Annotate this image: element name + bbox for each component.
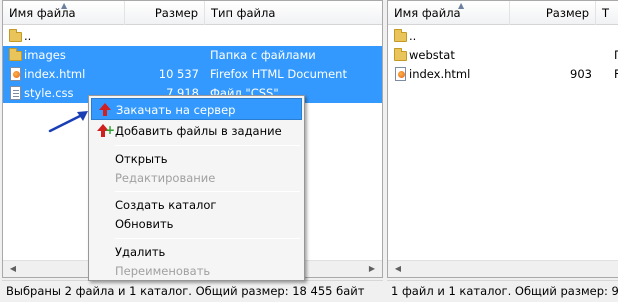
file-name: style.css xyxy=(24,86,74,100)
menu-item-label: Обновить xyxy=(115,217,174,231)
menu-item-label: Удалить xyxy=(115,245,166,259)
local-col-size-label: Размер xyxy=(154,6,198,20)
menu-item-label: Закачать на сервер xyxy=(116,103,236,117)
file-size xyxy=(125,46,199,65)
remote-col-size-label: Размер xyxy=(545,6,589,20)
local-status-bar: Выбраны 2 файла и 1 каталог. Общий разме… xyxy=(2,280,383,302)
remote-horizontal-scrollbar[interactable]: ◀ xyxy=(388,260,618,277)
folder-icon xyxy=(9,29,23,43)
context-menu[interactable]: Закачать на сервер + Добавить файлы в за… xyxy=(88,95,305,281)
menu-add-to-queue[interactable]: + Добавить файлы в задание xyxy=(91,120,302,142)
menu-upload-to-server[interactable]: Закачать на сервер xyxy=(91,98,302,120)
remote-col-type-header[interactable]: Т xyxy=(596,1,618,25)
menu-edit: Редактирование xyxy=(91,167,302,189)
scroll-left-icon[interactable]: ◀ xyxy=(5,261,21,277)
local-row-index-html[interactable]: index.html 10 537 Firefox HTML Document xyxy=(3,65,382,84)
menu-item-label: Переименовать xyxy=(115,264,211,278)
file-type: Папка с файлами xyxy=(210,48,316,62)
menu-item-label: Открыть xyxy=(115,152,168,166)
menu-item-label: Редактирование xyxy=(115,171,216,185)
file-name: webstat xyxy=(409,48,455,62)
file-name: .. xyxy=(409,29,417,43)
file-name: index.html xyxy=(409,67,471,81)
scroll-left-icon[interactable]: ◀ xyxy=(390,261,406,277)
sort-asc-icon: ▲ xyxy=(458,1,465,10)
file-name: images xyxy=(24,48,66,62)
file-size: 903 xyxy=(570,67,592,81)
menu-separator xyxy=(115,191,300,192)
file-name: index.html xyxy=(24,67,86,81)
file-type: П xyxy=(614,46,618,65)
remote-col-name-label: Имя файла xyxy=(394,6,461,20)
local-col-type-header[interactable]: Тип файла xyxy=(205,1,382,25)
html-file-icon xyxy=(9,67,23,81)
remote-list-header: Имя файла ▲ Размер Т xyxy=(388,1,618,25)
scroll-right-icon[interactable]: ▶ xyxy=(364,261,380,277)
sort-asc-icon: ▲ xyxy=(61,1,68,10)
menu-item-label: Создать каталог xyxy=(115,198,217,212)
remote-col-size-header[interactable]: Размер xyxy=(510,1,596,25)
menu-separator xyxy=(115,238,300,239)
folder-icon xyxy=(9,48,23,62)
remote-col-type-label: Т xyxy=(602,6,610,20)
remote-file-list[interactable]: Имя файла ▲ Размер Т .. webstat П index.… xyxy=(387,0,618,278)
file-type: Firefox HTML Document xyxy=(210,67,347,81)
folder-icon xyxy=(394,48,408,62)
remote-row-parent[interactable]: .. xyxy=(388,27,618,46)
remote-row-index-html[interactable]: index.html 903 F xyxy=(388,65,618,84)
local-list-header: Имя файла ▲ Размер Тип файла xyxy=(3,1,382,25)
menu-separator xyxy=(115,145,300,146)
folder-icon xyxy=(394,29,408,43)
local-col-size-header[interactable]: Размер xyxy=(125,1,205,25)
menu-item-label: Добавить файлы в задание xyxy=(115,124,282,138)
file-type: F xyxy=(614,65,618,84)
local-col-name-header[interactable]: Имя файла ▲ xyxy=(3,1,125,25)
remote-row-webstat[interactable]: webstat П xyxy=(388,46,618,65)
file-name: .. xyxy=(24,29,32,43)
menu-rename: Переименовать xyxy=(91,260,302,282)
remote-status-bar: 1 файл и 1 каталог. Общий размер: 903 б xyxy=(387,280,618,302)
file-size: 10 537 xyxy=(158,67,199,81)
pointer-arrow-icon xyxy=(48,111,88,133)
add-to-queue-icon: + xyxy=(97,123,116,137)
local-row-parent[interactable]: .. xyxy=(3,27,382,46)
menu-refresh[interactable]: Обновить xyxy=(91,213,302,235)
upload-icon xyxy=(97,102,113,118)
remote-col-name-header[interactable]: Имя файла ▲ xyxy=(388,1,510,25)
local-row-images[interactable]: images Папка с файлами xyxy=(3,46,382,65)
html-file-icon xyxy=(394,67,408,81)
css-file-icon xyxy=(9,86,23,100)
local-col-type-label: Тип файла xyxy=(211,6,276,20)
